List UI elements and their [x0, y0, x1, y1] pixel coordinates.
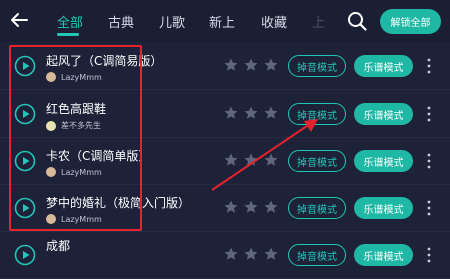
more-vertical-icon[interactable] — [426, 153, 432, 169]
star-icon — [264, 247, 278, 260]
difficulty-stars — [224, 58, 278, 71]
active-tab-indicator — [57, 33, 79, 36]
score-mode-button[interactable]: 乐谱模式 — [354, 150, 413, 172]
search-icon[interactable] — [346, 10, 368, 32]
tab-classical[interactable]: 古典 — [108, 12, 134, 31]
star-icon — [224, 58, 238, 71]
remove-note-mode-button[interactable]: 掉音模式 — [288, 244, 346, 266]
star-icon — [244, 247, 258, 260]
tab-more-partial[interactable]: 上 — [312, 12, 325, 31]
back-arrow-icon[interactable] — [8, 9, 30, 31]
difficulty-stars — [224, 247, 278, 260]
more-vertical-icon[interactable] — [426, 106, 432, 122]
score-mode-button[interactable]: 乐谱模式 — [354, 55, 413, 77]
song-title: 成都 — [46, 239, 71, 253]
tab-new[interactable]: 新上 — [209, 12, 235, 31]
star-icon — [244, 58, 258, 71]
play-icon[interactable] — [14, 244, 36, 266]
score-mode-button[interactable]: 乐谱模式 — [354, 244, 413, 266]
more-vertical-icon[interactable] — [426, 247, 432, 263]
remove-note-mode-button[interactable]: 掉音模式 — [288, 55, 346, 77]
star-icon — [264, 200, 278, 213]
more-vertical-icon[interactable] — [426, 200, 432, 216]
tab-favorites[interactable]: 收藏 — [261, 12, 287, 31]
song-row[interactable]: 成都 掉音模式 乐谱模式 — [0, 231, 450, 279]
tab-children-songs[interactable]: 儿歌 — [159, 12, 185, 31]
star-icon — [224, 200, 238, 213]
annotation-arrow — [211, 119, 318, 191]
difficulty-stars — [224, 200, 278, 213]
tab-all[interactable]: 全部 — [57, 12, 83, 31]
star-icon — [224, 247, 238, 260]
unlock-all-button[interactable]: 解锁全部 — [380, 9, 441, 34]
top-bar: 全部 古典 儿歌 新上 收藏 上 解锁全部 — [0, 0, 450, 42]
remove-note-mode-button[interactable]: 掉音模式 — [288, 197, 346, 219]
annotation-highlight-box — [9, 45, 142, 231]
score-mode-button[interactable]: 乐谱模式 — [354, 197, 413, 219]
star-icon — [244, 200, 258, 213]
more-vertical-icon[interactable] — [426, 58, 432, 74]
score-mode-button[interactable]: 乐谱模式 — [354, 103, 413, 125]
star-icon — [264, 58, 278, 71]
